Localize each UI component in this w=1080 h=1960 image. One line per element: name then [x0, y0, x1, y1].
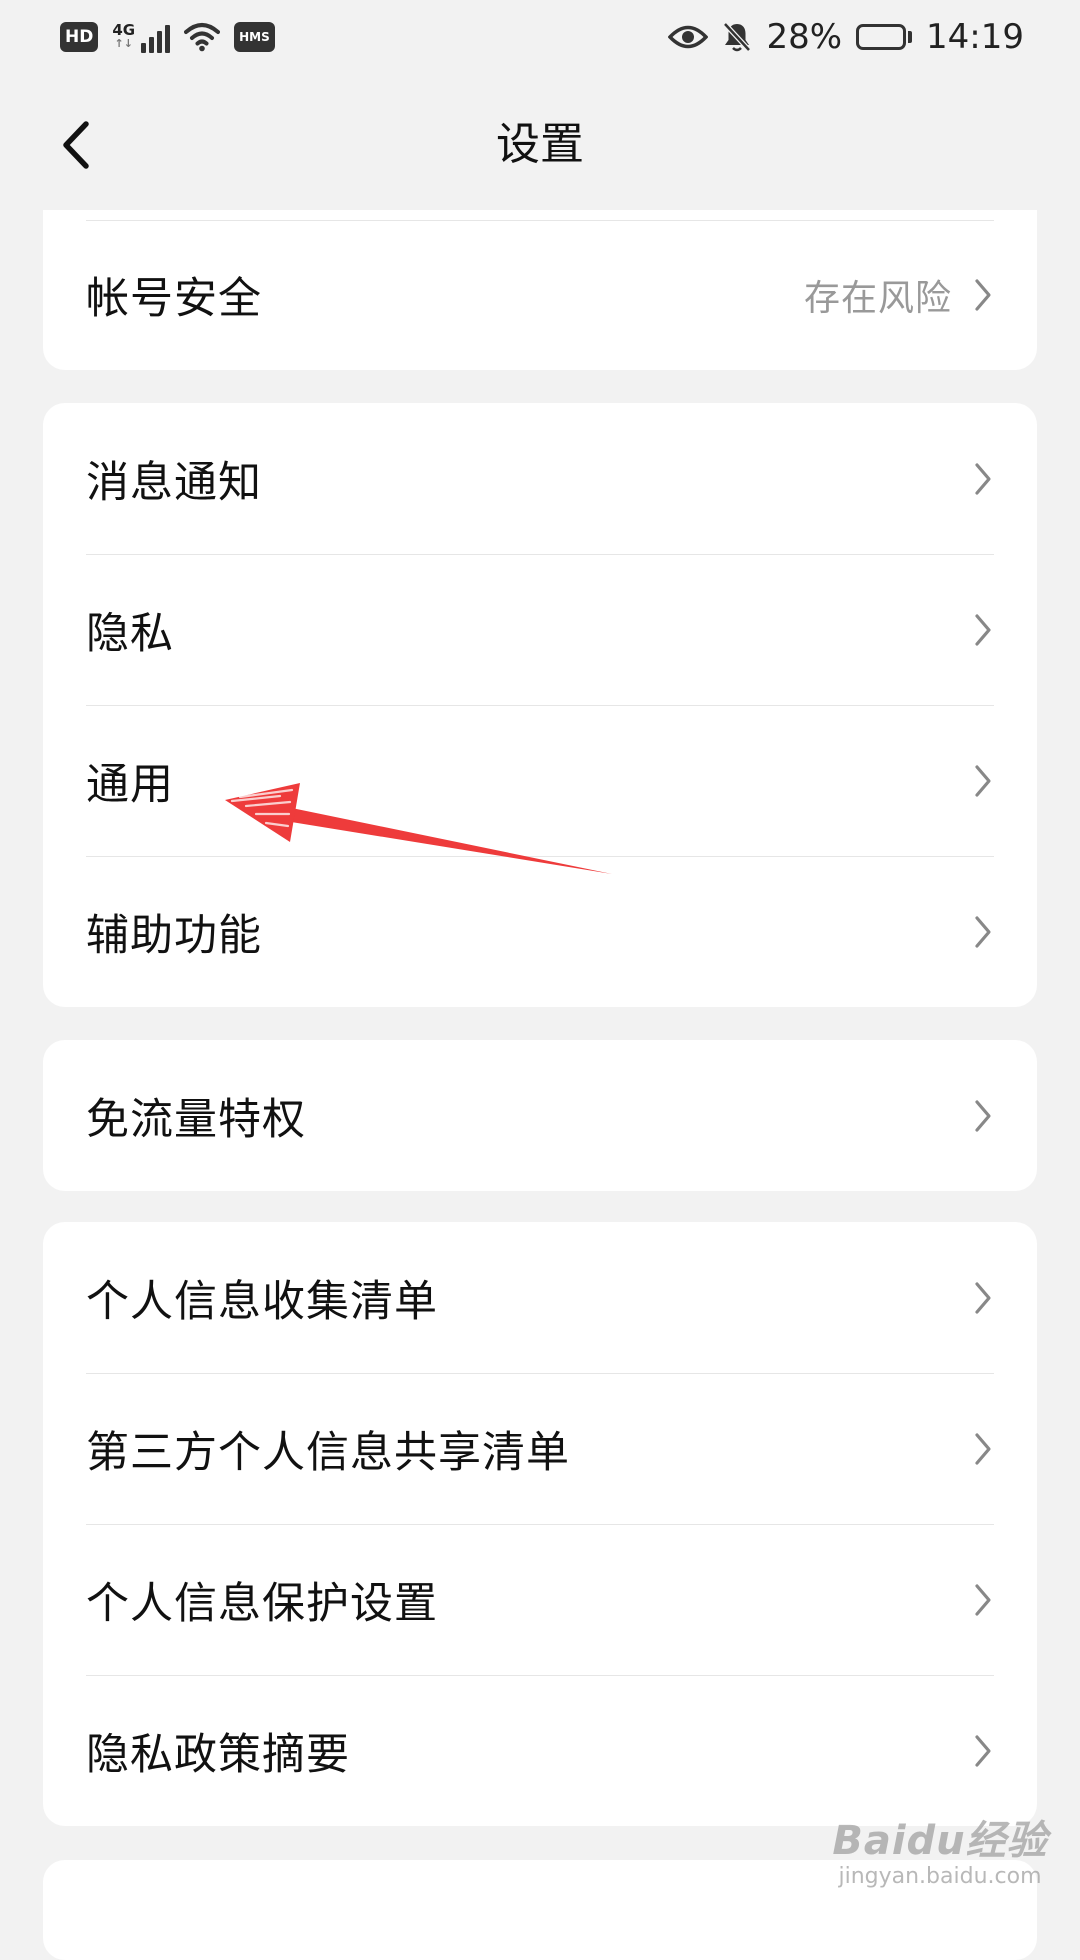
chevron-right-icon: [972, 1733, 994, 1769]
status-left: HD 4G ↑↓ HMS: [60, 21, 275, 53]
bell-off-icon: [723, 22, 752, 52]
chevron-right-icon: [972, 763, 994, 799]
row-label: 通用: [86, 759, 174, 810]
row-label: 帐号安全: [86, 274, 262, 324]
eye-icon: [668, 25, 709, 49]
chevron-right-icon: [972, 1431, 994, 1467]
status-bar: HD 4G ↑↓ HMS 28% 14:19: [0, 0, 1080, 74]
page-title: 设置: [496, 119, 584, 170]
row-label: 免流量特权: [86, 1094, 306, 1145]
row-label: 隐私政策摘要: [86, 1729, 350, 1780]
watermark-logo: Baidu经验: [832, 1818, 1048, 1864]
row-label: 个人信息保护设置: [86, 1578, 438, 1629]
general-settings-group: 消息通知 隐私 通用 辅助功能: [43, 403, 1037, 1007]
battery-percent: 28%: [766, 17, 843, 57]
baidu-watermark: Baidu经验 jingyan.baidu.com: [820, 1808, 1060, 1889]
watermark-url: jingyan.baidu.com: [838, 1864, 1042, 1889]
signal-icon: [141, 21, 171, 53]
free-traffic-row[interactable]: 免流量特权: [43, 1040, 1037, 1191]
hms-badge: HMS: [234, 22, 275, 52]
chevron-right-icon: [972, 1280, 994, 1316]
data-plan-group: 免流量特权: [43, 1040, 1037, 1191]
row-label: 个人信息收集清单: [86, 1276, 438, 1327]
chevron-right-icon: [972, 612, 994, 648]
personal-info-group: 个人信息收集清单 第三方个人信息共享清单 个人信息保护设置 隐私政策摘要: [43, 1222, 1037, 1826]
privacy-policy-summary-row[interactable]: 隐私政策摘要: [43, 1675, 1037, 1826]
privacy-row[interactable]: 隐私: [43, 554, 1037, 705]
accessibility-row[interactable]: 辅助功能: [43, 856, 1037, 1007]
row-label: 隐私: [86, 608, 174, 659]
account-security-row[interactable]: 帐号安全 存在风险: [43, 220, 1037, 370]
wifi-icon: [184, 23, 221, 52]
chevron-right-icon: [972, 277, 994, 313]
account-risk-status: 存在风险: [803, 278, 952, 319]
hd-badge: HD: [60, 22, 99, 52]
network-arrows: ↑↓: [114, 37, 133, 50]
chevron-right-icon: [972, 914, 994, 950]
info-collection-list-row[interactable]: 个人信息收集清单: [43, 1222, 1037, 1373]
row-label: 消息通知: [86, 457, 262, 508]
row-label: 第三方个人信息共享清单: [86, 1427, 570, 1478]
nav-bar: 设置: [0, 90, 1080, 200]
row-label: 辅助功能: [86, 910, 262, 961]
notifications-row[interactable]: 消息通知: [43, 403, 1037, 554]
network-type-label: 4G: [112, 21, 136, 39]
status-right: 28% 14:19: [668, 17, 1024, 57]
network-type: 4G ↑↓: [112, 23, 135, 51]
chevron-right-icon: [972, 1098, 994, 1134]
clock: 14:19: [926, 17, 1024, 57]
chevron-right-icon: [972, 1582, 994, 1618]
general-row[interactable]: 通用: [43, 705, 1037, 856]
chevron-right-icon: [972, 461, 994, 497]
account-group: 帐号安全 存在风险: [43, 210, 1037, 370]
third-party-sharing-row[interactable]: 第三方个人信息共享清单: [43, 1373, 1037, 1524]
battery-icon: [856, 24, 913, 50]
info-protection-settings-row[interactable]: 个人信息保护设置: [43, 1524, 1037, 1675]
